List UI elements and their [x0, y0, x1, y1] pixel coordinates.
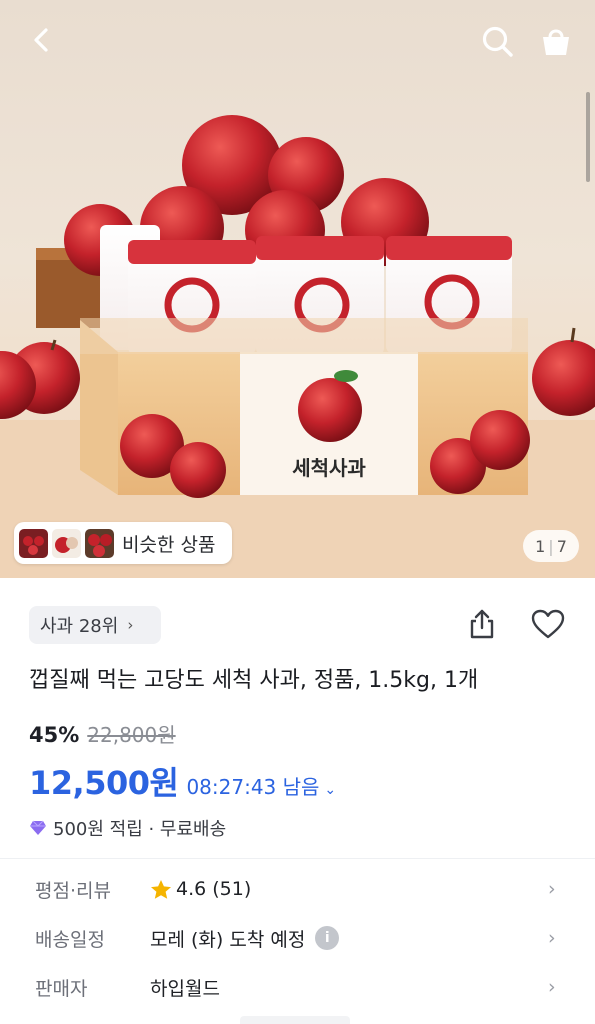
deal-timer-text: 08:27:43 남음: [186, 775, 320, 799]
sale-price: 12,500원: [29, 764, 179, 802]
product-image-gallery[interactable]: 세척사과 비슷한 상품 1 | 7: [0, 0, 595, 578]
back-arrow-icon: [34, 28, 48, 52]
box-label: 세척사과: [292, 456, 366, 480]
share-icon: [470, 609, 494, 639]
delivery-value: 모레 (화) 도착 예정: [150, 928, 306, 951]
star-icon: [150, 879, 172, 900]
image-counter: 1 | 7: [523, 530, 579, 562]
chevron-right-icon: ›: [548, 878, 556, 900]
delivery-value-group: 모레 (화) 도착 예정 i: [150, 925, 340, 952]
cart-button[interactable]: [534, 20, 578, 64]
rating-value: 4.6 (51): [176, 878, 252, 900]
seller-label: 판매자: [35, 977, 88, 1000]
product-title: 껍질째 먹는 고당도 세척 사과, 정품, 1.5kg, 1개: [29, 668, 479, 693]
seller-value-group: 하입월드: [150, 974, 220, 1001]
search-icon: [482, 26, 513, 57]
similar-thumb-2: [52, 528, 81, 558]
discount-rate: 45%: [29, 723, 80, 747]
chevron-down-icon: ⌄: [324, 782, 337, 798]
similar-products-label: 비슷한 상품: [122, 533, 216, 556]
scroll-indicator: [586, 92, 590, 182]
discount-row: 45% 22,800원: [29, 719, 176, 748]
delivery-label: 배송일정: [35, 928, 105, 951]
info-icon[interactable]: i: [315, 926, 340, 950]
share-button[interactable]: [462, 604, 502, 644]
delivery-schedule-row[interactable]: 배송일정 모레 (화) 도착 예정 i ›: [0, 916, 595, 960]
original-price: 22,800원: [87, 723, 176, 747]
bottom-sheet-handle: [240, 1016, 350, 1024]
wishlist-button[interactable]: [526, 604, 570, 644]
chevron-right-icon: ›: [548, 927, 556, 949]
rank-chip-label: 사과 28위: [40, 616, 119, 637]
similar-thumb-1: [19, 528, 48, 558]
similar-thumb-3: [85, 528, 114, 558]
rating-review-row[interactable]: 평점·리뷰 4.6 (51) ›: [0, 867, 595, 911]
seller-row[interactable]: 판매자 하입월드 ›: [0, 965, 595, 1009]
seller-name: 하입월드: [150, 977, 220, 1000]
heart-icon: [531, 609, 565, 639]
image-total: 7: [556, 536, 567, 556]
rating-value-group: 4.6 (51): [150, 878, 251, 900]
deal-timer[interactable]: 08:27:43 남음 ⌄: [186, 771, 336, 800]
chevron-right-icon: ›: [127, 616, 134, 634]
chevron-right-icon: ›: [548, 976, 556, 998]
benefit-text: 500원 적립 · 무료배송: [53, 819, 227, 840]
benefit-row: 500원 적립 · 무료배송: [29, 815, 226, 841]
similar-products-button[interactable]: 비슷한 상품: [14, 522, 232, 564]
section-divider: [0, 858, 595, 859]
reward-gem-icon: [29, 820, 47, 836]
shopping-bag-icon: [543, 29, 569, 55]
product-photo: [0, 115, 595, 578]
back-button[interactable]: [20, 18, 64, 62]
image-index: 1: [535, 536, 546, 556]
search-button[interactable]: [476, 20, 520, 64]
category-rank-chip[interactable]: 사과 28위 ›: [29, 606, 161, 644]
price-row: 12,500원 08:27:43 남음 ⌄: [29, 758, 336, 804]
counter-separator: |: [548, 536, 554, 556]
rating-label: 평점·리뷰: [35, 879, 111, 902]
